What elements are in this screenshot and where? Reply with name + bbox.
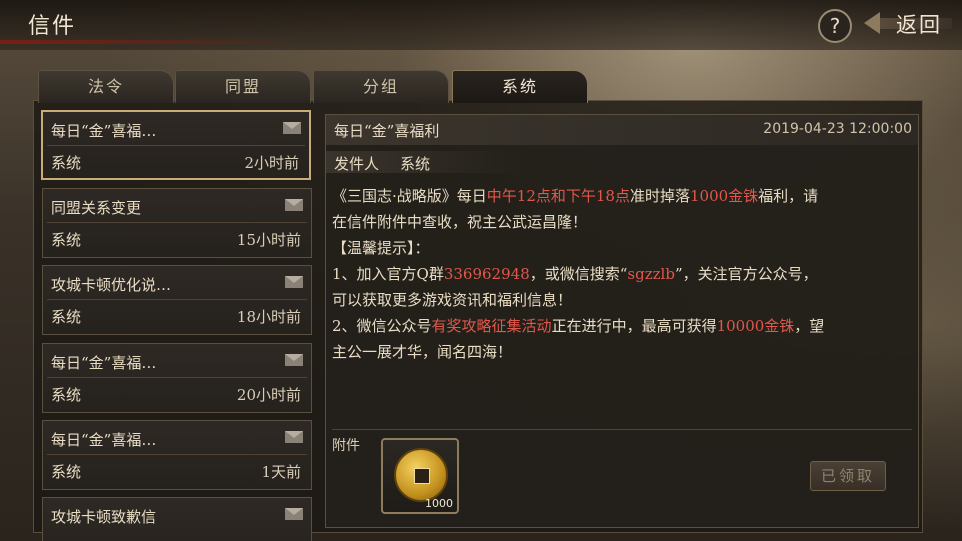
body-text: 准时掉落: [629, 187, 690, 205]
mail-detail-date: 2019-04-23 12:00:00: [763, 121, 912, 137]
title-underline: [0, 40, 300, 44]
body-text: ，望: [794, 317, 825, 335]
envelope-icon: [285, 276, 303, 288]
tab-group[interactable]: 分组: [313, 70, 449, 103]
body-line: 《三国志·战略版》每日中午12点和下午18点准时掉落1000金铢福利，请: [332, 183, 912, 209]
tab-decree[interactable]: 法令: [38, 70, 174, 103]
mail-item-subject: 攻城卡顿优化说…: [51, 276, 172, 294]
body-line: 在信件附件中查收，祝主公武运昌隆！: [332, 213, 588, 231]
coin-hole: [414, 468, 430, 484]
mail-item-subject: 每日“金”喜福…: [51, 122, 157, 140]
mail-item-time: 18小时前: [236, 308, 301, 326]
attachment-quantity: 1000: [425, 497, 453, 510]
body-highlight: 10000金铢: [716, 317, 795, 335]
mail-list[interactable]: 每日“金”喜福… 系统 2小时前 同盟关系变更 系统 15小时前 攻城卡顿优化说…: [40, 108, 316, 541]
back-button[interactable]: 返回: [862, 6, 956, 40]
body-text: ”，关注官方公众号，: [674, 265, 818, 283]
gold-coin-icon: [394, 448, 448, 502]
sender-name: 系统: [400, 155, 431, 173]
envelope-icon: [285, 354, 303, 366]
mail-item-sender: 系统: [51, 463, 82, 481]
page-title: 信件: [28, 14, 77, 39]
mail-body: 《三国志·战略版》每日中午12点和下午18点准时掉落1000金铢福利，请 在信件…: [332, 183, 912, 365]
body-highlight: 1000金铢: [689, 187, 759, 205]
mail-item-divider: [47, 454, 307, 455]
body-line: 2、微信公众号有奖攻略征集活动正在进行中，最高可获得10000金铢，望: [332, 313, 912, 339]
mail-item-divider: [47, 299, 307, 300]
mail-item-time: 2小时前: [244, 154, 299, 172]
sender-label: 发件人: [334, 155, 380, 173]
mail-item-divider: [47, 145, 305, 146]
help-button[interactable]: ?: [818, 9, 852, 43]
mail-item-time: 1天前: [261, 463, 301, 481]
body-highlight: 有奖攻略征集活动: [431, 317, 552, 335]
body-highlight: 中午12点和下午18点: [486, 187, 630, 205]
body-text: ，或微信搜索“: [529, 265, 628, 283]
envelope-icon: [283, 122, 301, 134]
mail-item-divider: [47, 377, 307, 378]
mail-item[interactable]: 每日“金”喜福… 系统 2小时前: [41, 110, 311, 180]
body-line: 【温馨提示】：: [332, 239, 430, 257]
mail-item[interactable]: 同盟关系变更 系统 15小时前: [42, 188, 312, 258]
body-text: 福利，请: [758, 187, 819, 205]
body-text: 《三国志·战略版》每日: [332, 187, 487, 205]
mail-detail: 每日“金”喜福利 2019-04-23 12:00:00 发件人 系统 《三国志…: [325, 114, 919, 528]
mail-item-time: 20小时前: [236, 386, 301, 404]
attachment-divider: [332, 429, 912, 430]
body-highlight: 336962948: [443, 265, 530, 283]
top-bar: 信件 ? 返回: [0, 0, 962, 50]
body-line: 可以获取更多游戏资讯和福利信息！: [332, 291, 573, 309]
mail-item-divider: [47, 222, 307, 223]
envelope-icon: [285, 199, 303, 211]
body-text: 正在进行中，最高可获得: [551, 317, 717, 335]
mail-item-subject: 攻城卡顿致歉信: [51, 508, 157, 526]
mail-item-subject: 每日“金”喜福…: [51, 431, 157, 449]
mail-item-subject: 同盟关系变更: [51, 199, 142, 217]
body-highlight: sgzzlb: [627, 265, 675, 283]
claimed-button[interactable]: 已领取: [810, 461, 886, 491]
body-text: 2、微信公众号: [332, 317, 432, 335]
attachment-item[interactable]: 1000: [381, 438, 459, 514]
body-text: 1、加入官方Q群: [332, 265, 444, 283]
mail-item-time: 15小时前: [236, 231, 301, 249]
mail-detail-subject: 每日“金”喜福利: [334, 122, 440, 140]
tab-alliance[interactable]: 同盟: [175, 70, 311, 103]
mail-item-sender: 系统: [51, 386, 82, 404]
envelope-icon: [285, 431, 303, 443]
envelope-icon: [285, 508, 303, 520]
body-line: 1、加入官方Q群336962948，或微信搜索“sgzzlb”，关注官方公众号，: [332, 261, 912, 287]
body-line: 主公一展才华，闻名四海！: [332, 343, 513, 361]
attachment-label: 附件: [332, 438, 360, 454]
mail-item-sender: 系统: [51, 308, 82, 326]
question-icon: ?: [829, 14, 841, 38]
mail-item-sender: 系统: [51, 231, 82, 249]
mail-item[interactable]: 每日“金”喜福… 系统 1天前: [42, 420, 312, 490]
mail-item-subject: 每日“金”喜福…: [51, 354, 157, 372]
tab-system[interactable]: 系统: [452, 70, 588, 103]
mail-item[interactable]: 每日“金”喜福… 系统 20小时前: [42, 343, 312, 413]
mail-detail-header: 每日“金”喜福利 2019-04-23 12:00:00: [326, 115, 918, 145]
mail-item-sender: 系统: [51, 154, 82, 172]
back-arrow-icon: [864, 12, 880, 34]
back-label: 返回: [896, 13, 942, 37]
mail-item[interactable]: 攻城卡顿优化说… 系统 18小时前: [42, 265, 312, 335]
mail-item[interactable]: 攻城卡顿致歉信: [42, 497, 312, 541]
